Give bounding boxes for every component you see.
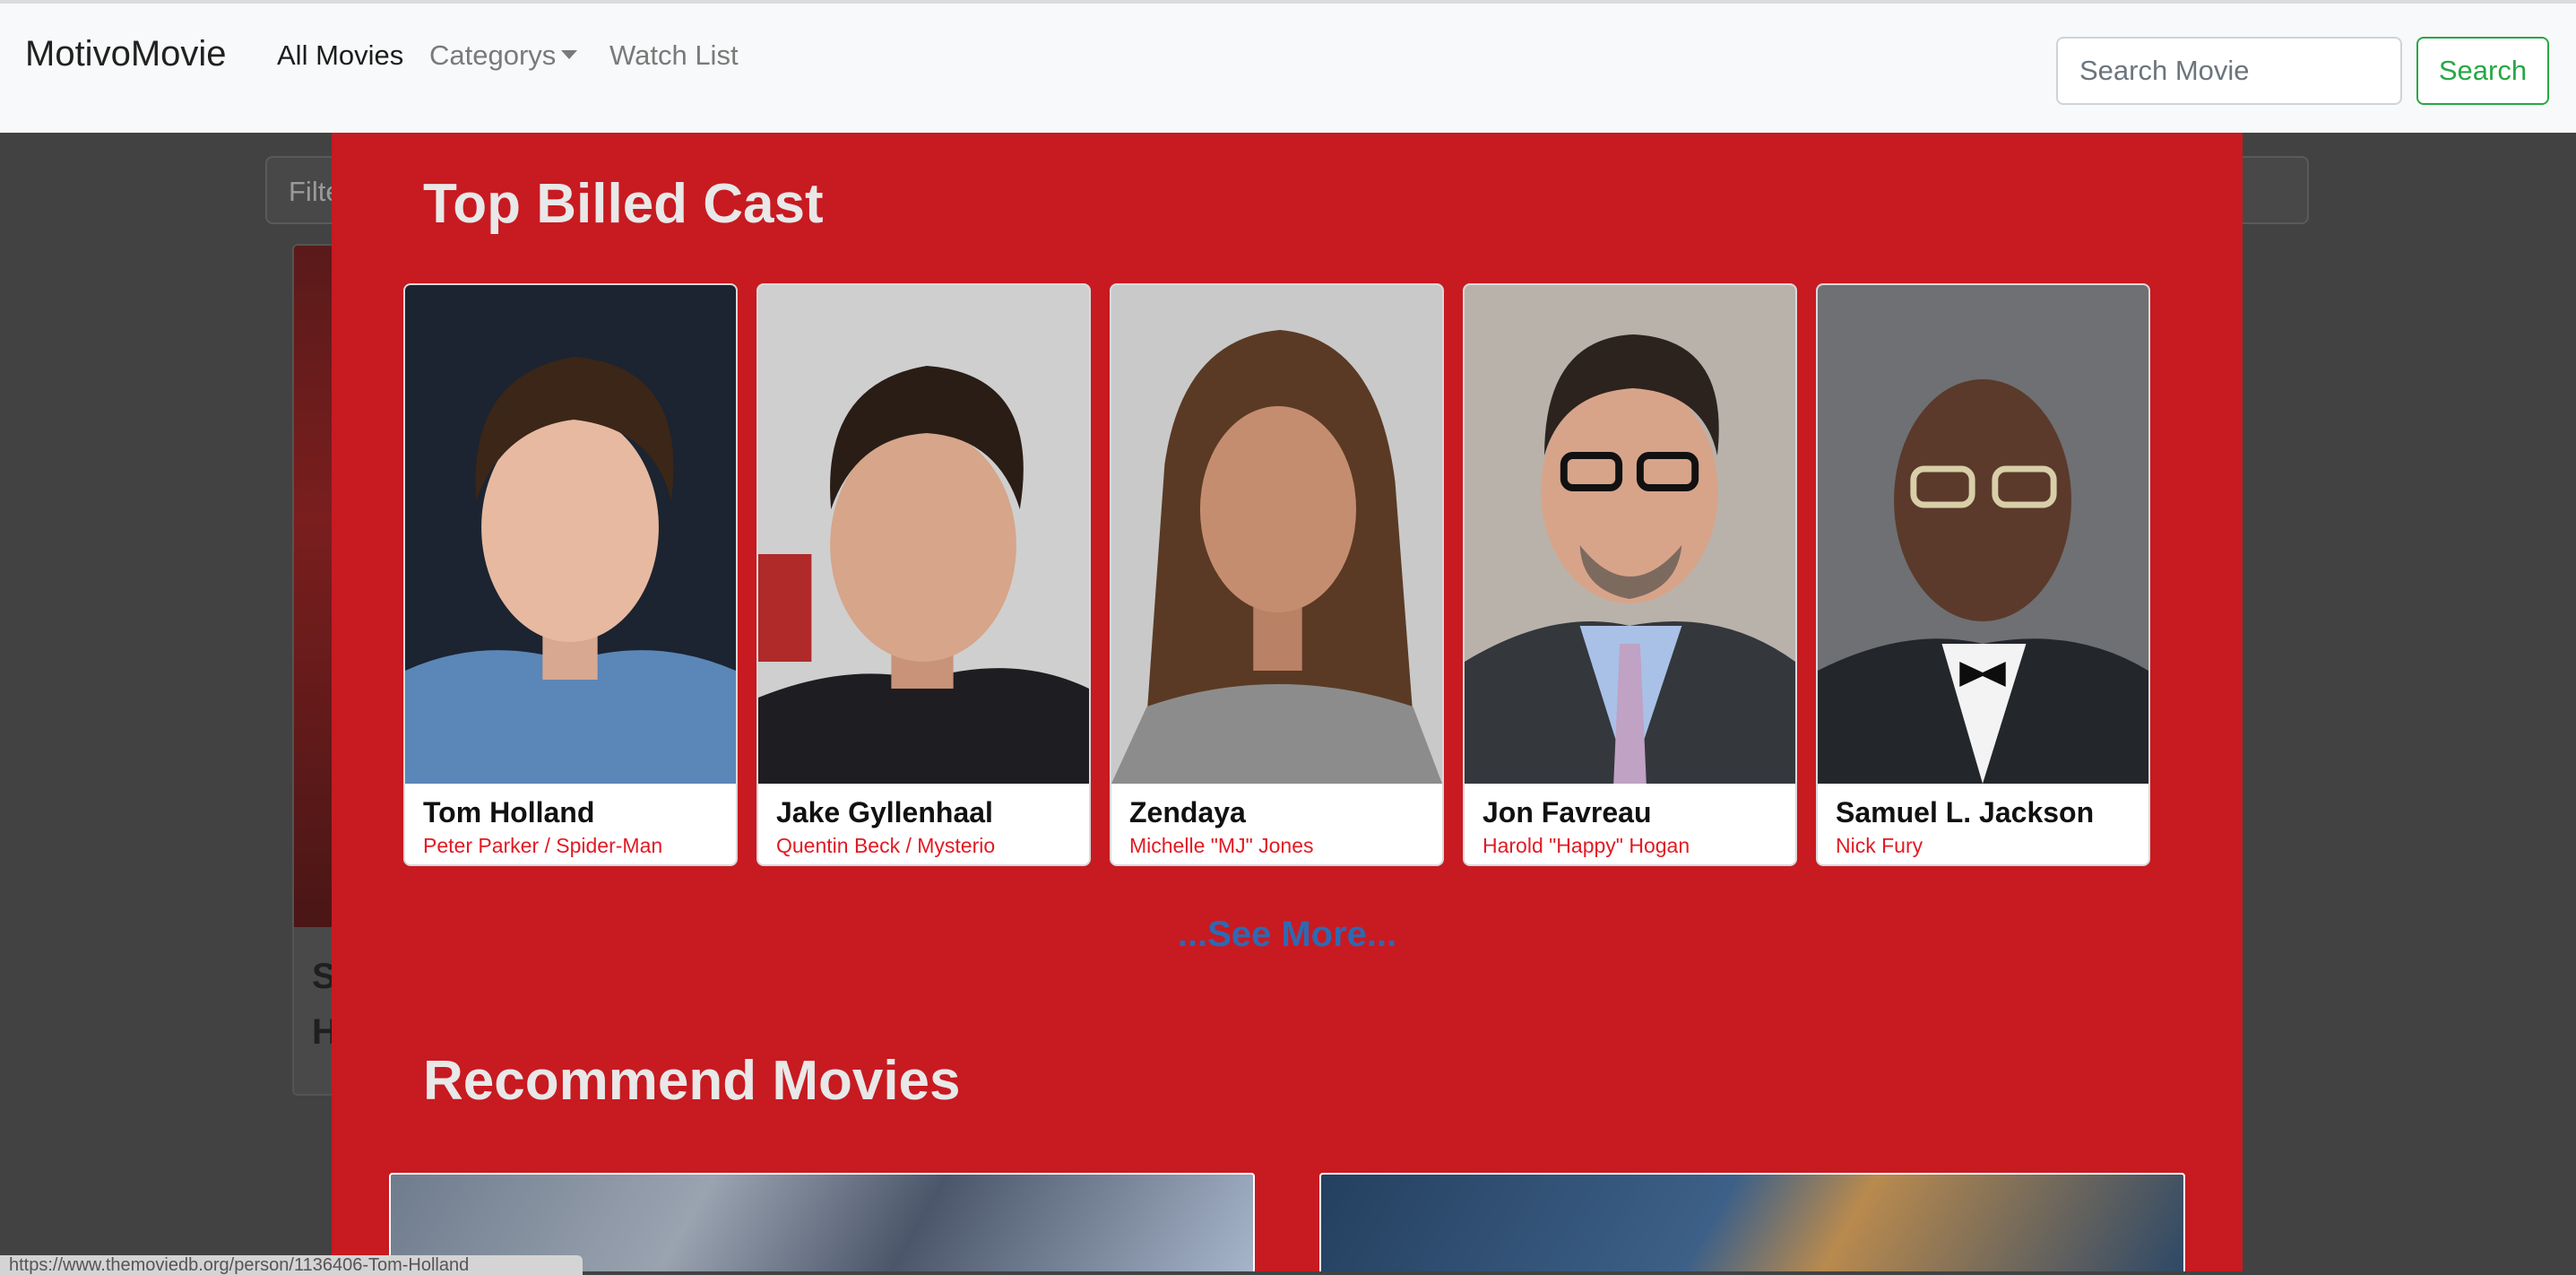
cast-card[interactable]: Zendaya Michelle "MJ" Jones bbox=[1110, 283, 1444, 866]
cast-name[interactable]: Tom Holland bbox=[423, 796, 594, 829]
cast-photo bbox=[405, 285, 736, 784]
movie-details-modal: Top Billed Cast Tom Holland Peter Parker… bbox=[332, 133, 2243, 1271]
cast-photo bbox=[1818, 285, 2148, 784]
cast-photo bbox=[758, 285, 1089, 784]
cast-card[interactable]: Jon Favreau Harold "Happy" Hogan bbox=[1463, 283, 1797, 866]
cast-name[interactable]: Zendaya bbox=[1129, 796, 1246, 829]
nav-categories-dropdown[interactable]: Categorys bbox=[429, 39, 578, 72]
nav-watch-list[interactable]: Watch List bbox=[609, 39, 739, 72]
cast-photo bbox=[1465, 285, 1795, 784]
cast-photo bbox=[1111, 285, 1442, 784]
cast-heading: Top Billed Cast bbox=[423, 173, 824, 235]
link-status-bar: https://www.themoviedb.org/person/113640… bbox=[0, 1255, 583, 1275]
cast-card[interactable]: Jake Gyllenhaal Quentin Beck / Mysterio bbox=[756, 283, 1091, 866]
search-button[interactable]: Search bbox=[2416, 37, 2549, 105]
cast-role: Harold "Happy" Hogan bbox=[1482, 834, 1690, 857]
cast-name[interactable]: Samuel L. Jackson bbox=[1836, 796, 2094, 829]
cast-card[interactable]: Samuel L. Jackson Nick Fury bbox=[1816, 283, 2150, 866]
cast-name[interactable]: Jake Gyllenhaal bbox=[776, 796, 993, 829]
caret-down-icon bbox=[561, 49, 578, 59]
top-navbar: MotivoMovie All Movies Categorys Watch L… bbox=[0, 0, 2576, 133]
cast-role: Michelle "MJ" Jones bbox=[1129, 834, 1314, 857]
cast-card[interactable]: Tom Holland Peter Parker / Spider-Man bbox=[403, 283, 738, 866]
recommend-heading: Recommend Movies bbox=[423, 1050, 961, 1112]
search-input[interactable] bbox=[2056, 37, 2402, 105]
recommended-movie-card[interactable] bbox=[1319, 1173, 2185, 1271]
cast-role: Quentin Beck / Mysterio bbox=[776, 834, 996, 857]
see-more-link[interactable]: ...See More... bbox=[332, 915, 2243, 955]
nav-all-movies[interactable]: All Movies bbox=[277, 39, 403, 72]
cast-name[interactable]: Jon Favreau bbox=[1482, 796, 1652, 829]
cast-role: Nick Fury bbox=[1836, 834, 1923, 857]
nav-categories-label: Categorys bbox=[429, 39, 557, 71]
cast-role: Peter Parker / Spider-Man bbox=[423, 834, 663, 857]
brand-logo[interactable]: MotivoMovie bbox=[25, 34, 227, 74]
